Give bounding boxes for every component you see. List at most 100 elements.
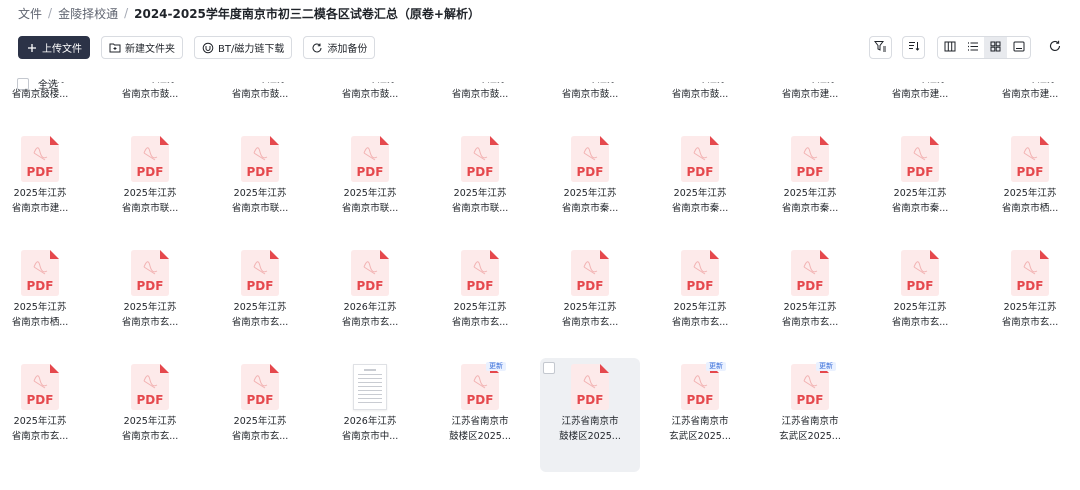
file-tile[interactable]: 2025年江苏省南京市鼓...: [210, 82, 310, 130]
file-tile[interactable]: PDF 2025年江苏 省南京市玄...: [100, 244, 200, 358]
bt-download-button[interactable]: BT/磁力链下载: [194, 36, 293, 59]
file-name: 2025年江苏 省南京市栖...: [0, 300, 90, 330]
breadcrumb-parent[interactable]: 金陵择校通: [58, 5, 118, 22]
file-name: 2025年江苏 省南京市玄...: [430, 300, 530, 330]
pdf-type-label: PDF: [247, 165, 274, 179]
file-name-line2: 省南京市建...: [891, 89, 949, 100]
file-name: 2025年江苏省南京市鼓...: [430, 82, 530, 102]
file-name-line1: 江苏省南京市: [671, 416, 729, 427]
file-tile[interactable]: PDF2025年江苏省南京市建...: [980, 82, 1080, 130]
filter-icon: [874, 40, 887, 55]
file-checkbox[interactable]: [543, 362, 555, 374]
file-name: 2025年江苏省南京市鼓...: [540, 82, 640, 102]
file-tile[interactable]: PDF 2025年江苏 省南京市玄...: [0, 358, 90, 472]
file-tile[interactable]: PDF2025年江苏省南京市建...: [870, 82, 970, 130]
file-tile[interactable]: PDF 2025年江苏 省南京市秦...: [650, 130, 750, 244]
sort-button[interactable]: [902, 36, 925, 59]
file-name-line2: 玄武区2025...: [779, 431, 841, 442]
file-name-line1: 2025年江苏: [453, 302, 507, 313]
file-name-line1: 2025年江苏: [13, 302, 67, 313]
file-tile[interactable]: PDF2025年江苏省南京市建...: [0, 130, 90, 244]
file-tile[interactable]: PDF 2025年江苏 省南京市玄...: [760, 244, 860, 358]
file-name-line2: 玄武区2025...: [669, 431, 731, 442]
file-tile[interactable]: PDF2025年江苏省南京市建...: [760, 82, 860, 130]
pdf-type-label: PDF: [357, 165, 384, 179]
file-tile[interactable]: PDF 2026年江苏 省南京市玄...: [320, 244, 420, 358]
pdf-type-label: PDF: [577, 165, 604, 179]
file-tile[interactable]: PDF 江苏省南京市 鼓楼区2025...: [540, 358, 640, 472]
pdf-type-label: PDF: [1017, 279, 1044, 293]
file-name-line2: 省南京市鼓...: [341, 89, 399, 100]
upload-button[interactable]: 上传文件: [18, 36, 90, 59]
file-name-line2: 省南京市建...: [781, 89, 839, 100]
file-name: 2025年江苏 省南京市玄...: [210, 300, 310, 330]
file-tile[interactable]: PDF2025年江苏省南京市鼓...: [430, 82, 530, 130]
file-tile[interactable]: 2025年江苏省南京鼓楼...: [0, 82, 90, 130]
file-tile[interactable]: PDF 2025年江苏 省南京市玄...: [650, 244, 750, 358]
file-name-line2: 省南京市玄...: [231, 431, 289, 442]
file-name-line1: 2025年江苏: [783, 302, 837, 313]
file-tile[interactable]: PDF 更新 江苏省南京市 玄武区2025...: [650, 358, 750, 472]
plus-icon: [26, 42, 38, 54]
file-tile[interactable]: PDF 2025年江苏 省南京市玄...: [430, 244, 530, 358]
file-tile[interactable]: PDF2025年江苏省南京市鼓...: [320, 82, 420, 130]
add-backup-button[interactable]: 添加备份: [303, 36, 376, 59]
file-name-line1: 2025年江苏: [123, 302, 177, 313]
file-tile[interactable]: PDF 2025年江苏 省南京市玄...: [100, 358, 200, 472]
pdf-type-label: PDF: [467, 393, 494, 407]
file-tile[interactable]: PDF 2025年江苏 省南京市联...: [320, 130, 420, 244]
file-name-line1: 2025年江苏: [1003, 302, 1057, 313]
file-name: 2025年江苏省南京市鼓...: [320, 82, 420, 102]
file-tile[interactable]: PDF 更新 江苏省南京市 鼓楼区2025...: [430, 358, 530, 472]
add-backup-button-label: 添加备份: [327, 44, 368, 55]
file-tile[interactable]: PDF 2025年江苏 省南京市玄...: [210, 244, 310, 358]
view-columns-button[interactable]: [938, 37, 961, 58]
file-name-line1: 2025年江苏: [1003, 188, 1057, 199]
file-tile[interactable]: PDF 2025年江苏 省南京市玄...: [980, 244, 1080, 358]
file-tile[interactable]: PDF 2025年江苏 省南京市秦...: [540, 130, 640, 244]
pdf-file-icon: PDF: [681, 250, 719, 296]
file-tile[interactable]: PDF 2025年江苏 省南京市秦...: [870, 130, 970, 244]
view-preview-button[interactable]: [1007, 37, 1030, 58]
document-thumbnail: [353, 364, 387, 410]
file-tile[interactable]: PDF 2025年江苏 省南京市玄...: [210, 358, 310, 472]
pdf-type-label: PDF: [27, 165, 54, 179]
file-tile[interactable]: PDF 2025年江苏 省南京市玄...: [870, 244, 970, 358]
view-list-button[interactable]: [961, 37, 984, 58]
file-name-line2: 省南京市玄...: [781, 317, 839, 328]
file-tile[interactable]: PDF2025年江苏省南京市鼓...: [540, 82, 640, 130]
filter-button[interactable]: [869, 36, 892, 59]
file-tile[interactable]: PDF 2025年江苏 省南京市联...: [210, 130, 310, 244]
file-tile[interactable]: PDF 2025年江苏 省南京市栖...: [0, 244, 90, 358]
refresh-icon: [1049, 40, 1061, 55]
pdf-file-icon: PDF: [461, 250, 499, 296]
refresh-button[interactable]: [1043, 36, 1066, 59]
pdf-file-icon: PDF: [241, 136, 279, 182]
file-tile[interactable]: PDF 2025年江苏 省南京市联...: [100, 130, 200, 244]
file-tile[interactable]: PDF2025年江苏省南京市鼓...: [650, 82, 750, 130]
view-grid-button[interactable]: [984, 37, 1007, 58]
breadcrumb-root[interactable]: 文件: [18, 5, 42, 22]
file-tile[interactable]: 2025年江苏省南京市鼓...: [100, 82, 200, 130]
file-name: 2025年江苏省南京市鼓...: [210, 82, 310, 102]
file-name-line2: 省南京市鼓...: [671, 89, 729, 100]
file-tile[interactable]: PDF 2025年江苏 省南京市玄...: [540, 244, 640, 358]
file-name: 江苏省南京市 鼓楼区2025...: [430, 414, 530, 444]
file-name-line1: 2025年江苏: [563, 302, 617, 313]
file-tile[interactable]: PDF 2025年江苏 省南京市联...: [430, 130, 530, 244]
pdf-type-label: PDF: [797, 393, 824, 407]
file-tile[interactable]: 2026年江苏 省南京市中...: [320, 358, 420, 472]
file-tile[interactable]: PDF 2025年江苏 省南京市栖...: [980, 130, 1080, 244]
file-name-line2: 省南京市玄...: [121, 431, 179, 442]
new-folder-button[interactable]: 新建文件夹: [101, 36, 183, 59]
file-name-line1: 江苏省南京市: [451, 416, 509, 427]
file-tile[interactable]: PDF 2025年江苏 省南京市秦...: [760, 130, 860, 244]
pdf-file-icon: PDF: [21, 364, 59, 410]
updated-badge: 更新: [706, 362, 726, 371]
file-name: 2025年江苏 省南京市秦...: [650, 186, 750, 216]
bt-download-button-label: BT/磁力链下载: [218, 44, 285, 55]
file-name-line2: 省南京市联...: [341, 203, 399, 214]
file-tile[interactable]: PDF 更新 江苏省南京市 玄武区2025...: [760, 358, 860, 472]
breadcrumb: 文件 / 金陵择校通 / 2024-2025学年度南京市初三二模各区试卷汇总（原…: [18, 4, 480, 22]
file-name-line1: 2025年江苏: [343, 188, 397, 199]
